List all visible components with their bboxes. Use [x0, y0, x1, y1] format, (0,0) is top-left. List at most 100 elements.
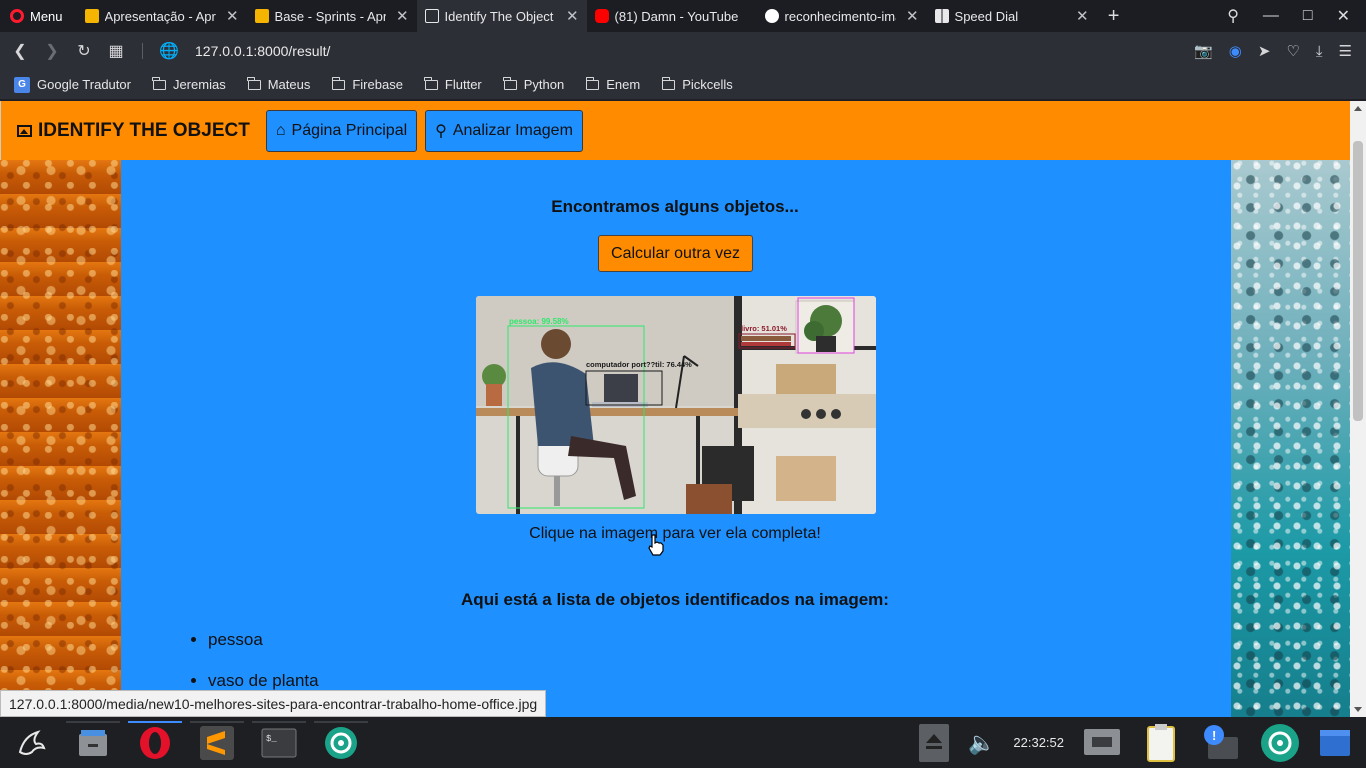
home-button[interactable]: ⌂ Página Principal — [265, 109, 418, 152]
aperture-icon — [325, 726, 357, 759]
heart-icon[interactable]: ♡ — [1286, 42, 1299, 60]
easy-setup-icon[interactable]: ☰ — [1339, 42, 1352, 60]
bookmark-firebase[interactable]: Firebase — [331, 76, 403, 92]
taskbar-screenshot-tool[interactable] — [310, 717, 372, 768]
tab-title: Apresentação - Apr — [104, 8, 216, 24]
brand-label: IDENTIFY THE OBJECT — [38, 119, 250, 141]
detection-label-laptop: computador port??til: 76.44% — [586, 360, 692, 369]
svg-text:!: ! — [1212, 728, 1216, 743]
opera-menu-button[interactable]: Menu — [0, 0, 77, 32]
bookmark-enem[interactable]: Enem — [585, 76, 641, 92]
eject-icon[interactable] — [918, 723, 950, 763]
scrollbar-thumb[interactable] — [1353, 141, 1363, 421]
forward-icon[interactable]: ❯ — [36, 41, 68, 61]
clipboard-icon[interactable] — [1140, 721, 1184, 765]
tab-github[interactable]: reconhecimento-ima ✕ — [757, 0, 927, 32]
analyze-image-button[interactable]: ⚲ Analizar Imagem — [425, 109, 583, 152]
start-menu-button[interactable] — [0, 717, 62, 768]
folder-icon — [424, 76, 438, 90]
image-favicon-icon — [424, 9, 439, 23]
site-info-icon[interactable]: 🌐 — [153, 41, 185, 61]
close-tab-icon[interactable]: ✕ — [566, 7, 579, 25]
bookmark-label: Python — [523, 77, 565, 92]
notifications-icon[interactable]: ! — [1202, 723, 1242, 763]
new-tab-button[interactable]: + — [1097, 5, 1131, 28]
detection-label-person: pessoa: 99.58% — [509, 317, 569, 326]
volume-icon[interactable]: 🔈 — [968, 730, 995, 756]
terminal-icon: $_ — [261, 728, 297, 757]
close-window-icon[interactable]: ✕ — [1337, 6, 1350, 26]
close-tab-icon[interactable]: ✕ — [396, 7, 409, 25]
scroll-down-icon[interactable] — [1354, 707, 1362, 712]
network-icon[interactable] — [1082, 725, 1122, 761]
close-tab-icon[interactable]: ✕ — [1076, 7, 1089, 25]
taskbar-sublime[interactable] — [186, 717, 248, 768]
close-tab-icon[interactable]: ✕ — [226, 7, 239, 25]
speed-dial-favicon-icon — [934, 9, 949, 23]
tab-base-sprints[interactable]: Base - Sprints - Apre ✕ — [247, 0, 417, 32]
orange-bubbles-background — [0, 160, 121, 717]
svg-text:$_: $_ — [266, 734, 277, 744]
aperture-tray-icon[interactable] — [1260, 723, 1300, 763]
clock[interactable]: 22:32:52 — [1013, 735, 1064, 750]
tab-youtube[interactable]: (81) Damn - YouTube — [587, 0, 757, 32]
opera-icon — [140, 726, 170, 759]
site-brand[interactable]: IDENTIFY THE OBJECT — [17, 120, 250, 142]
bookmark-python[interactable]: Python — [503, 76, 565, 92]
recalculate-button[interactable]: Calcular outra vez — [598, 235, 753, 272]
close-tab-icon[interactable]: ✕ — [906, 7, 919, 25]
taskbar-terminal[interactable]: $_ — [248, 717, 310, 768]
tab-title: Speed Dial — [954, 8, 1019, 24]
google-translate-icon: G — [14, 76, 30, 93]
bookmark-pickcells[interactable]: Pickcells — [661, 76, 733, 92]
link-status-bubble: 127.0.0.1:8000/media/new10-melhores-site… — [0, 690, 547, 717]
send-icon[interactable]: ➤ — [1258, 42, 1271, 60]
bookmark-label: Jeremias — [172, 77, 226, 92]
folder-icon — [661, 76, 676, 90]
bookmark-google-tradutor[interactable]: G Google Tradutor — [14, 76, 131, 93]
taskbar-opera[interactable] — [124, 717, 186, 768]
browser-tab-bar: Menu Apresentação - Apr ✕ Base - Sprints… — [0, 0, 1366, 32]
vpn-shield-icon[interactable]: ◉ — [1229, 42, 1242, 60]
main-content: Encontramos alguns objetos... Calcular o… — [121, 160, 1231, 717]
search-tabs-icon[interactable]: ⚲ — [1227, 6, 1239, 26]
bookmark-label: Pickcells — [682, 77, 733, 92]
bookmark-label: Google Tradutor — [37, 77, 131, 92]
tab-speed-dial[interactable]: Speed Dial ✕ — [927, 0, 1097, 32]
url-field[interactable]: 127.0.0.1:8000/result/ — [195, 43, 330, 59]
minimize-icon[interactable]: — — [1263, 7, 1279, 25]
slides-favicon-icon — [254, 9, 269, 23]
bookmark-label: Enem — [606, 77, 641, 92]
os-taskbar: $_ 🔈 22:32:52 ! — [0, 717, 1366, 768]
scroll-up-icon[interactable] — [1354, 106, 1362, 111]
bookmark-flutter[interactable]: Flutter — [424, 76, 482, 92]
download-icon[interactable]: ⤓ — [1316, 43, 1323, 60]
maximize-icon[interactable]: □ — [1303, 7, 1313, 25]
bookmark-label: Firebase — [352, 77, 403, 92]
snapshot-icon[interactable]: 📷 — [1194, 42, 1213, 60]
result-image[interactable]: pessoa: 99.58% computador port??til: 76.… — [476, 296, 876, 514]
show-desktop-icon[interactable] — [1318, 728, 1352, 758]
tab-title: (81) Damn - YouTube — [614, 8, 739, 24]
reload-icon[interactable]: ↻ — [68, 41, 100, 61]
folder-icon — [585, 76, 600, 90]
tab-identify-the-object[interactable]: Identify The Object ✕ — [416, 0, 587, 32]
address-bar: ❮ ❯ ↻ ▦ 🌐 127.0.0.1:8000/result/ 📷 ◉ ➤ ♡… — [0, 32, 1366, 70]
slides-favicon-icon — [84, 9, 99, 23]
page-viewport: IDENTIFY THE OBJECT ⌂ Página Principal ⚲… — [0, 101, 1366, 717]
objects-list-title: Aqui está a lista de objetos identificad… — [461, 590, 889, 609]
tab-title: Identify The Object — [444, 8, 554, 24]
tab-apresentacao[interactable]: Apresentação - Apr ✕ — [77, 0, 247, 32]
folder-icon — [503, 76, 517, 90]
page-scrollbar[interactable] — [1350, 101, 1366, 717]
back-icon[interactable]: ❮ — [4, 41, 36, 61]
tab-title: Base - Sprints - Apre — [274, 8, 386, 24]
bookmark-jeremias[interactable]: Jeremias — [152, 76, 226, 92]
dove-logo-icon — [18, 729, 46, 755]
taskbar-file-manager[interactable] — [62, 717, 124, 768]
teal-drops-background — [1231, 160, 1350, 717]
tab-grid-icon[interactable]: ▦ — [100, 41, 132, 61]
bookmark-mateus[interactable]: Mateus — [247, 76, 310, 92]
detection-label-book: livro: 51.01% — [741, 324, 787, 333]
list-item: vaso de planta — [208, 671, 319, 691]
